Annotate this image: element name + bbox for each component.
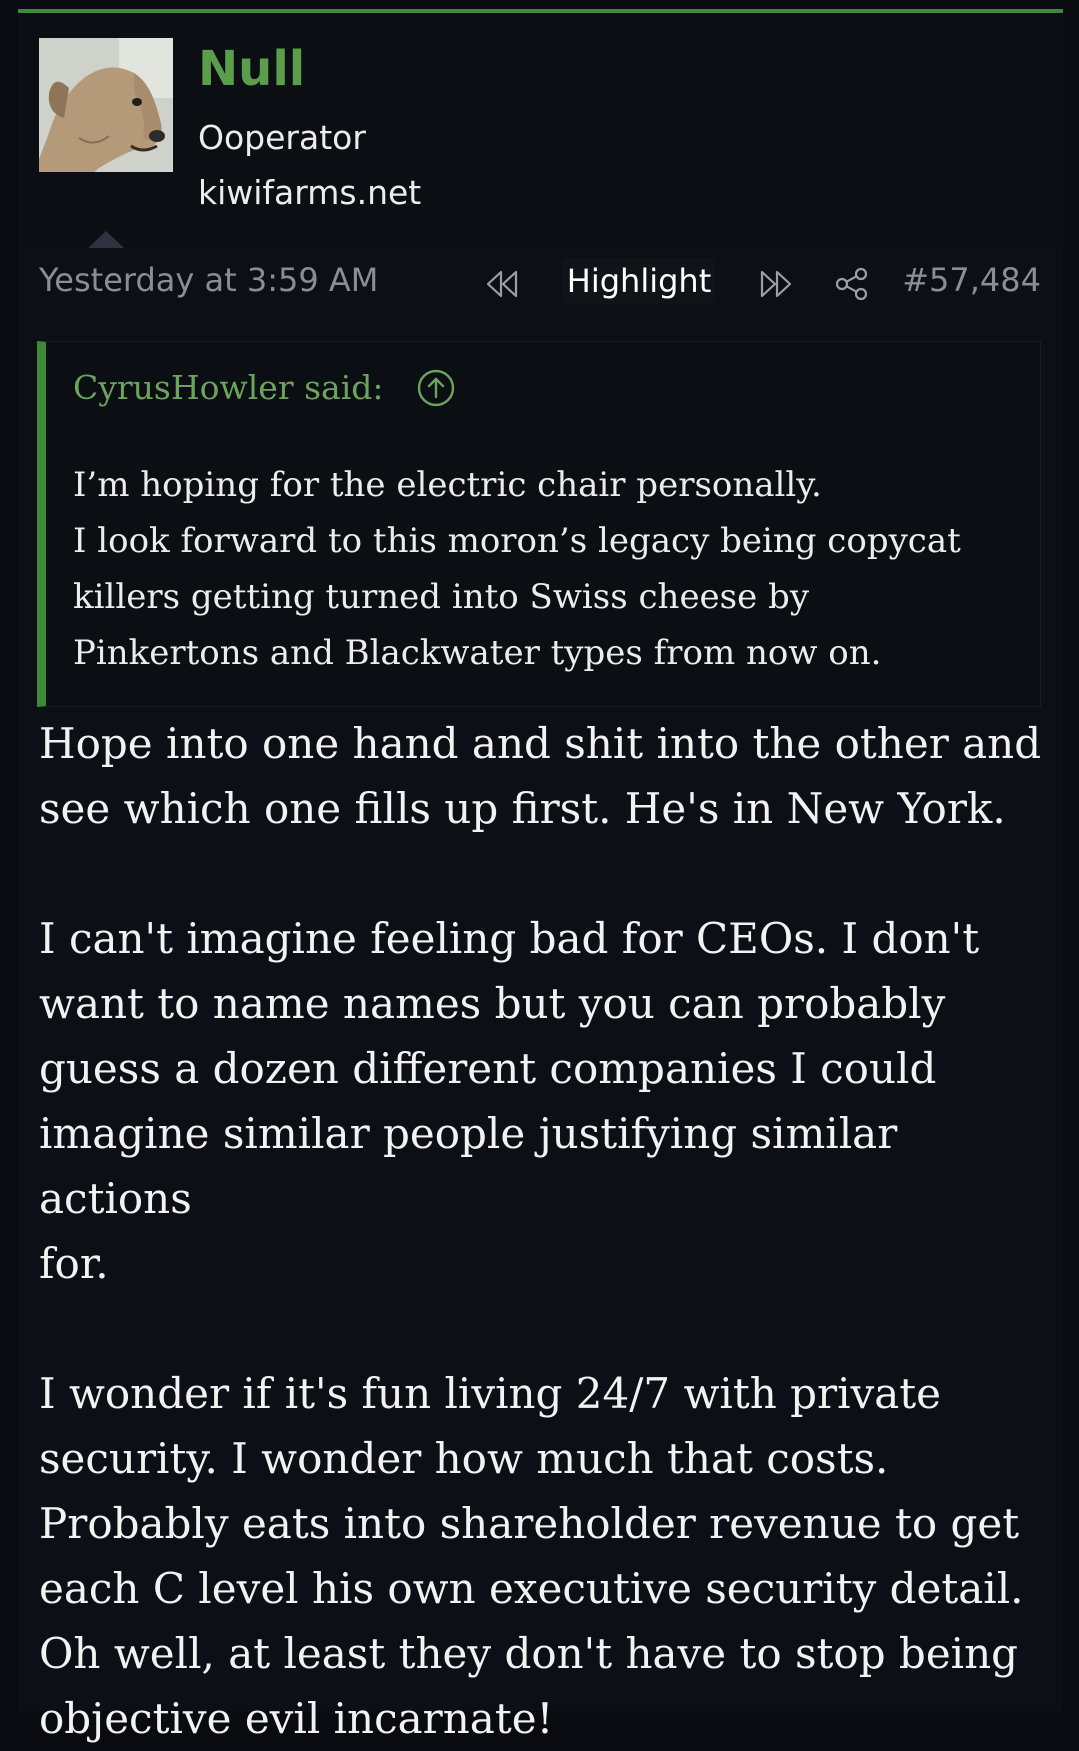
quote-author[interactable]: CyrusHowler said: <box>73 368 384 408</box>
post-body: Hope into one hand and shit into the oth… <box>39 711 1054 1751</box>
user-banner: kiwifarms.net <box>198 173 422 212</box>
post-number-link[interactable]: #57,484 <box>902 261 1041 299</box>
user-avatar[interactable] <box>39 38 173 172</box>
post-paragraph: I can't imagine feeling bad for CEOs. I … <box>39 914 980 1288</box>
user-title: Ooperator <box>198 118 366 157</box>
user-block-arrow <box>88 231 124 248</box>
post-paragraph: Hope into one hand and shit into the oth… <box>39 719 1042 833</box>
fast-forward-icon[interactable] <box>758 268 794 300</box>
quote-text: I’m hoping for the electric chair person… <box>73 465 961 673</box>
post-paragraph: I wonder if it's fun living 24/7 with pr… <box>39 1369 1024 1743</box>
rewind-icon[interactable] <box>484 268 520 300</box>
share-icon[interactable] <box>833 265 871 303</box>
post-timestamp[interactable]: Yesterday at 3:59 AM <box>39 261 378 299</box>
forum-post: Null Ooperator kiwifarms.net Yesterday a… <box>18 13 1063 1743</box>
username[interactable]: Null <box>198 41 305 99</box>
arrow-up-circle-icon[interactable] <box>416 368 456 408</box>
highlight-button[interactable]: Highlight <box>563 258 715 304</box>
post-user-block: Null Ooperator kiwifarms.net <box>18 13 1063 248</box>
post-meta-row: Yesterday at 3:59 AM Highlight #57,484 <box>18 248 1063 316</box>
quote-block: CyrusHowler said: I’m hoping for the ele… <box>37 341 1041 707</box>
